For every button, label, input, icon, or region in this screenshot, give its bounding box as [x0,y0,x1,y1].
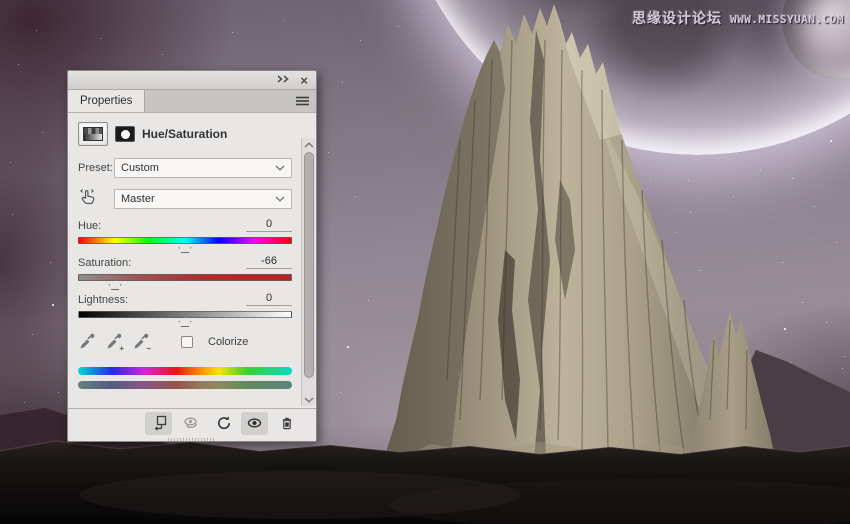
targeted-adjustment-tool-icon[interactable] [78,187,98,210]
adjustment-title: Hue/Saturation [142,127,228,141]
close-icon[interactable]: × [300,74,308,87]
clip-to-layer-button[interactable] [145,411,172,435]
channel-value: Master [121,192,155,205]
preset-select[interactable]: Custom [114,158,292,178]
panel-footer [68,408,316,437]
scroll-down-icon[interactable] [302,393,316,406]
eyedropper-icon[interactable] [78,333,96,351]
panel-menu-icon[interactable] [296,96,309,109]
subtract-from-sample-eyedropper-icon[interactable]: − [132,333,151,353]
resize-grip[interactable] [68,437,316,441]
delete-adjustment-button[interactable] [273,412,300,435]
hue-value-field[interactable]: 0 [246,218,292,232]
lightness-label: Lightness: [78,294,129,306]
watermark-site-url: WWW.MISSYUAN.COM [730,13,844,26]
eyedropper-row: + − Colorize [78,330,292,354]
panel-content: Hue/Saturation Preset: Custom Master Hue… [68,113,316,408]
saturation-slider-thumb[interactable] [108,280,122,290]
saturation-slider-group: Saturation: -66 [78,255,292,290]
spectrum-bar-before [78,367,292,375]
watermark: 思缘设计论坛 WWW.MISSYUAN.COM [632,8,844,28]
channel-row: Master [78,187,292,210]
toggle-visibility-button[interactable] [241,411,268,435]
hue-slider-group: Hue: 0 [78,218,292,253]
scroll-up-icon[interactable] [302,138,316,151]
reset-button[interactable] [209,412,236,435]
hue-slider-thumb[interactable] [178,243,192,253]
lightness-slider-group: Lightness: 0 [78,292,292,327]
colorize-label: Colorize [208,336,249,348]
chevron-down-icon [275,165,285,171]
watermark-forum-name: 思缘设计论坛 [632,10,723,26]
preset-row: Preset: Custom [78,158,292,178]
lightness-slider-thumb[interactable] [178,317,192,327]
panel-tab-bar: Properties [68,90,316,113]
saturation-value-field[interactable]: -66 [246,255,292,269]
panel-titlebar[interactable]: × [68,71,316,90]
properties-panel: × Properties Hue/Saturation Preset: Cust… [67,70,317,442]
saturation-label: Saturation: [78,257,132,269]
scrollbar-thumb[interactable] [303,152,314,378]
panel-scrollbar[interactable] [301,138,315,406]
adjustment-header: Hue/Saturation [78,119,292,149]
hue-label: Hue: [78,220,102,232]
lightness-slider-track[interactable] [78,311,292,327]
layer-mask-thumbnail[interactable] [115,126,135,142]
view-previous-state-button[interactable] [177,412,204,435]
spectrum-bar-after [78,381,292,389]
saturation-slider-track[interactable] [78,274,292,290]
lightness-value-field[interactable]: 0 [246,292,292,306]
preset-label: Preset: [78,162,113,174]
chevron-down-icon [275,195,285,202]
collapse-panel-icon[interactable] [276,74,290,86]
colorize-checkbox[interactable] [181,336,193,348]
channel-select[interactable]: Master [114,188,292,209]
preset-value: Custom [121,162,159,174]
tab-properties[interactable]: Properties [68,90,146,112]
add-to-sample-eyedropper-icon[interactable]: + [105,333,124,353]
hue-slider-track[interactable] [78,237,292,253]
hue-saturation-adjustment-icon[interactable] [78,122,108,146]
